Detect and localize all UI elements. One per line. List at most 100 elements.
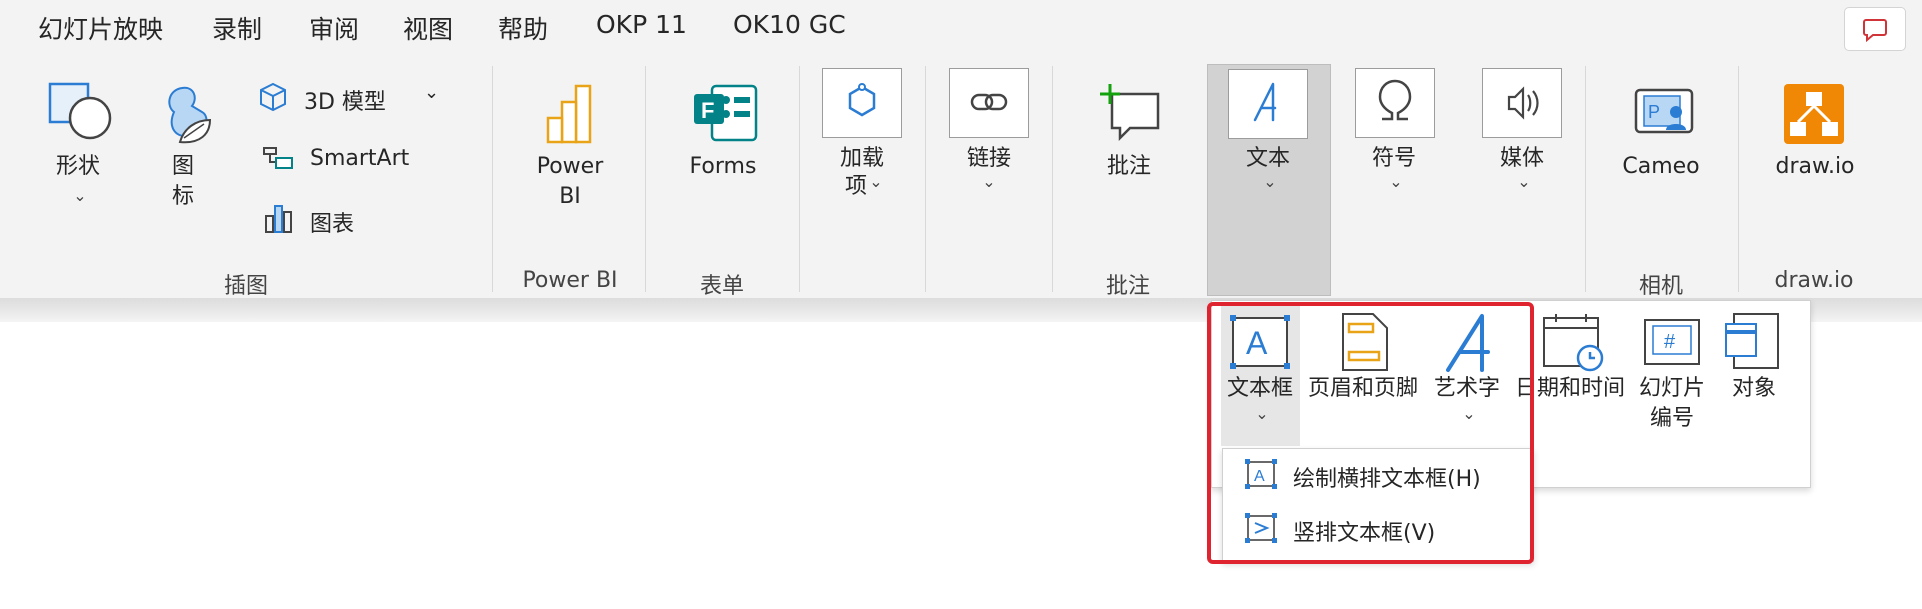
svg-text:F: F — [701, 98, 714, 123]
vertical-textbox-label: 竖排文本框(V) — [1293, 521, 1436, 546]
forms-icon: F — [694, 84, 758, 142]
menu-view[interactable]: 视图 — [403, 10, 453, 46]
drawio-icon — [1784, 84, 1844, 144]
chevron-down-icon: ⌄ — [1263, 172, 1277, 191]
menu-record[interactable]: 录制 — [212, 10, 262, 46]
svg-text:A: A — [1246, 325, 1268, 361]
text-label: 文本 — [1245, 146, 1291, 171]
group-separator — [492, 66, 493, 292]
text-button-box — [1228, 69, 1308, 139]
media-label: 媒体 — [1499, 146, 1545, 171]
object-icon — [1725, 313, 1779, 369]
svg-text:#: # — [1664, 331, 1676, 353]
links-button[interactable] — [949, 68, 1029, 138]
comment-label: 批注 — [1106, 154, 1152, 179]
object-label: 对象 — [1731, 376, 1777, 401]
slide-number-label: 幻灯片 — [1638, 376, 1706, 401]
chart-button[interactable]: 图表 — [264, 202, 384, 238]
chevron-down-icon: ⌄ — [1462, 404, 1476, 423]
chevron-down-icon: ⌄ — [424, 82, 440, 103]
menu-bar: 幻灯片放映 录制 审阅 视图 帮助 OKP 11 OK10 GC — [0, 0, 1922, 58]
datetime-label: 日期和时间 — [1514, 376, 1626, 401]
group-separator — [925, 66, 926, 292]
drawio-label: draw.io — [1775, 154, 1855, 179]
comments-button[interactable] — [1844, 7, 1906, 51]
3d-model-label: 3D 模型 — [304, 90, 386, 115]
links-label: 链接 — [966, 146, 1012, 171]
cameo-button[interactable]: P — [1620, 78, 1710, 208]
chevron-down-icon: ⌄ — [869, 172, 883, 191]
smartart-label: SmartArt — [310, 146, 410, 171]
chart-icon — [265, 205, 292, 233]
svg-text:A: A — [1254, 468, 1265, 485]
chevron-down-icon: ⌄ — [982, 172, 996, 191]
textbox-icon: A — [1230, 315, 1290, 369]
cameo-label: Cameo — [1622, 154, 1700, 179]
group-separator — [645, 66, 646, 292]
icons-icon — [168, 86, 212, 144]
comment-group-label: 批注 — [1105, 274, 1151, 299]
cameo-icon: P — [1634, 88, 1694, 134]
powerbi-label-2: BI — [559, 184, 581, 209]
wordart-icon — [1446, 314, 1490, 372]
menu-ok10gc[interactable]: OK10 GC — [733, 10, 846, 39]
vertical-textbox-icon — [1245, 513, 1277, 543]
text-a-icon — [1253, 82, 1277, 122]
header-footer-icon — [1342, 313, 1388, 371]
group-separator — [1052, 66, 1053, 292]
symbols-button[interactable] — [1355, 68, 1435, 138]
3d-model-button[interactable]: 3D 模型 ⌄ — [258, 80, 448, 116]
comment-icon — [1863, 19, 1887, 43]
speaker-icon — [1507, 86, 1539, 120]
menu-help[interactable]: 帮助 — [498, 10, 548, 46]
menu-review[interactable]: 审阅 — [309, 10, 359, 46]
textbox-label: 文本框 — [1226, 376, 1294, 401]
menu-item-vertical-textbox[interactable]: 竖排文本框(V) — [1223, 503, 1533, 555]
group-separator — [799, 66, 800, 292]
menu-okp11[interactable]: OKP 11 — [596, 10, 687, 39]
chevron-down-icon: ⌄ — [1517, 172, 1531, 191]
addins-label-2: 项 — [844, 174, 868, 199]
svg-text:P: P — [1648, 102, 1660, 122]
group-separator — [1585, 66, 1586, 292]
chart-label: 图表 — [310, 212, 355, 237]
illustrations-group-label: 插图 — [223, 274, 269, 299]
horizontal-textbox-label: 绘制横排文本框(H) — [1293, 467, 1481, 492]
powerbi-label: Power — [536, 154, 604, 179]
slide-number-label-2: 编号 — [1649, 406, 1695, 431]
addins-button[interactable] — [822, 68, 902, 138]
forms-label: Forms — [689, 154, 757, 179]
calendar-clock-icon — [1543, 314, 1604, 372]
link-icon — [970, 93, 1008, 111]
slide-number-icon: # — [1644, 319, 1700, 365]
header-footer-label: 页眉和页脚 — [1307, 376, 1419, 401]
group-separator — [1738, 66, 1739, 292]
forms-button[interactable]: F — [680, 78, 770, 208]
chevron-down-icon: ⌄ — [73, 186, 87, 205]
menu-item-horizontal-textbox[interactable]: A 绘制横排文本框(H) — [1223, 449, 1533, 501]
textbox-submenu: A 绘制横排文本框(H) 竖排文本框(V) — [1222, 448, 1534, 562]
camera-group-label: 相机 — [1638, 274, 1684, 299]
chevron-down-icon: ⌄ — [1389, 172, 1403, 191]
drawio-button[interactable] — [1770, 78, 1860, 208]
addins-icon — [848, 83, 876, 117]
new-comment-icon — [1100, 84, 1160, 142]
omega-icon — [1378, 79, 1412, 121]
powerbi-group-label: Power BI — [522, 268, 618, 293]
forms-group-label: 表单 — [699, 274, 745, 299]
wordart-label: 艺术字 — [1433, 376, 1501, 401]
horizontal-textbox-icon: A — [1245, 459, 1277, 489]
icons-label-2: 标 — [171, 184, 195, 209]
smartart-icon — [263, 147, 293, 169]
menu-slideshow[interactable]: 幻灯片放映 — [38, 10, 163, 46]
smartart-button[interactable]: SmartArt — [262, 142, 432, 178]
shapes-label: 形状 — [55, 154, 101, 179]
drawio-group-label: draw.io — [1774, 268, 1854, 293]
symbols-label: 符号 — [1371, 146, 1417, 171]
shapes-icon — [48, 82, 112, 140]
comment-button[interactable] — [1090, 78, 1170, 208]
cube-icon — [260, 82, 286, 112]
powerbi-icon — [546, 84, 592, 144]
icons-label: 图 — [171, 154, 195, 179]
media-button[interactable] — [1482, 68, 1562, 138]
